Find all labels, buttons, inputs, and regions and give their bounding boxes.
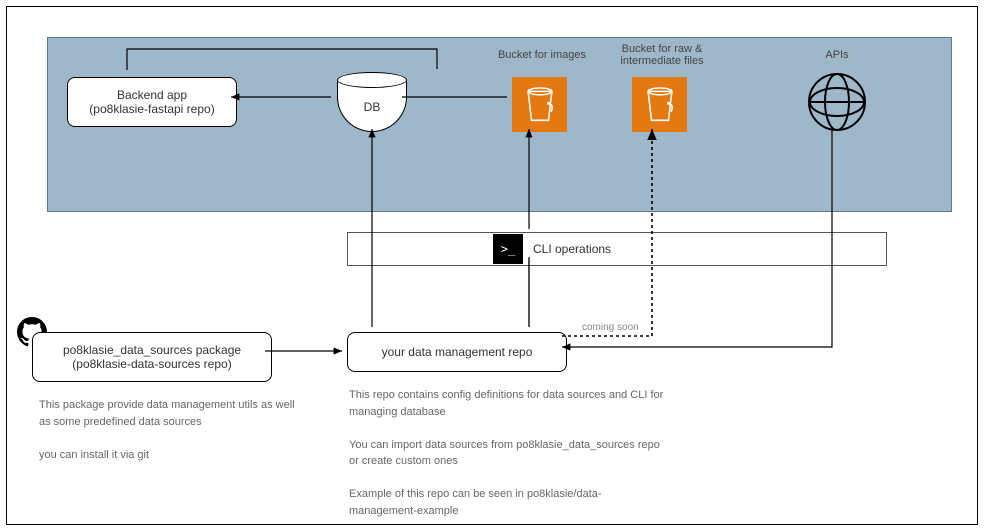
bucket-raw-icon xyxy=(632,77,687,132)
database-node: DB xyxy=(337,72,407,132)
data-management-repo-node: your data management repo xyxy=(347,332,567,372)
backend-title: Backend app xyxy=(117,88,187,102)
bucket-images-icon xyxy=(512,77,567,132)
package-subtitle: (po8klasie-data-sources repo) xyxy=(72,357,231,371)
package-description: This package provide data management uti… xyxy=(39,397,299,463)
mgmt-title: your data management repo xyxy=(382,345,533,359)
package-title: po8klasie_data_sources package xyxy=(63,343,241,357)
mgmt-description: This repo contains config definitions fo… xyxy=(349,387,669,519)
data-sources-package-node: po8klasie_data_sources package (po8klasi… xyxy=(32,332,272,382)
diagram-canvas: Backend app (po8klasie-fastapi repo) DB … xyxy=(6,6,978,525)
terminal-icon: >_ xyxy=(493,234,523,264)
backend-subtitle: (po8klasie-fastapi repo) xyxy=(89,102,214,116)
bucket-raw-label: Bucket for raw & intermediate files xyxy=(607,43,717,67)
backend-app-node: Backend app (po8klasie-fastapi repo) xyxy=(67,77,237,127)
db-label: DB xyxy=(337,100,407,114)
cli-label: CLI operations xyxy=(533,242,611,256)
globe-icon xyxy=(807,72,867,132)
bucket-images-label: Bucket for images xyxy=(487,49,597,61)
coming-soon-label: coming soon xyxy=(582,322,639,333)
apis-label: APIs xyxy=(807,49,867,61)
cli-operations-box: >_ CLI operations xyxy=(347,232,887,266)
db-cylinder-top xyxy=(337,72,407,88)
